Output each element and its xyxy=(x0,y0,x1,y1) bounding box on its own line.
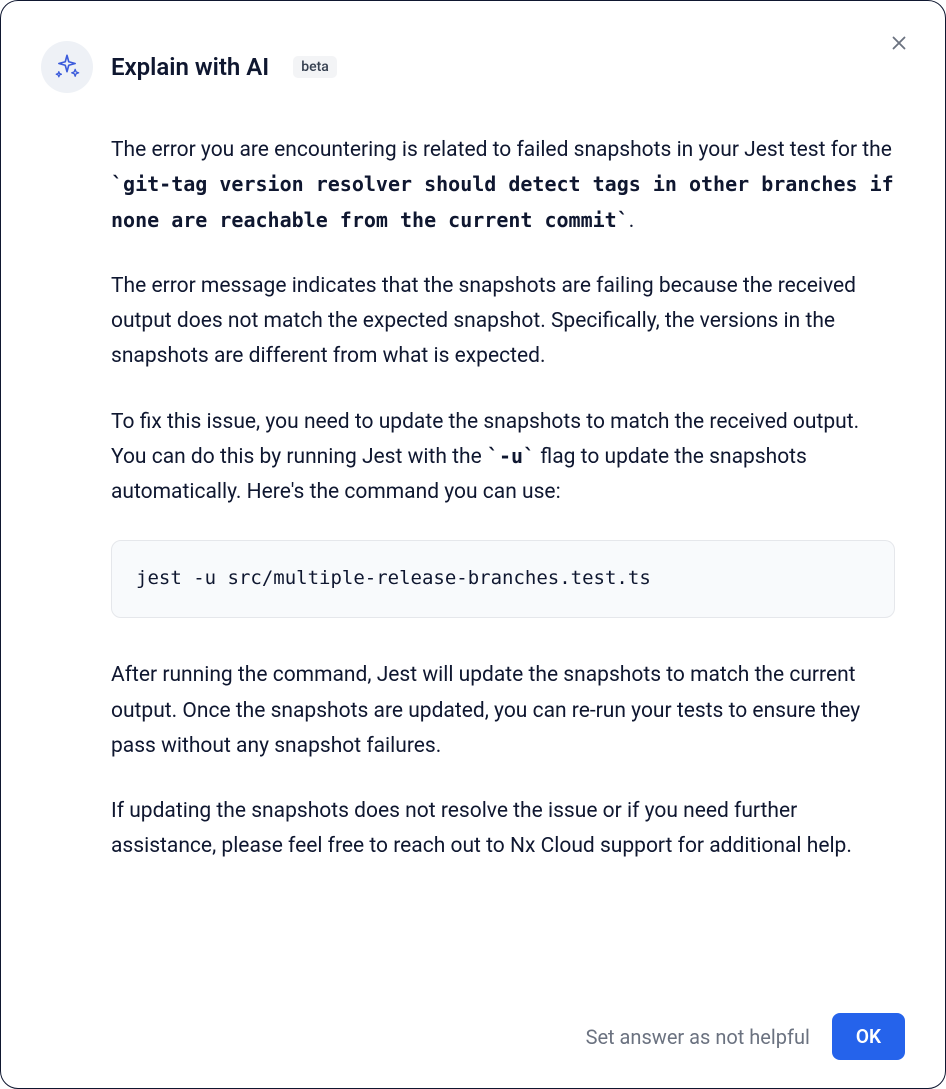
dialog-content: The error you are encountering is relate… xyxy=(41,133,905,865)
inline-code-test-name: `git-tag version resolver should detect … xyxy=(111,172,894,231)
close-icon xyxy=(888,32,910,54)
paragraph-1: The error you are encountering is relate… xyxy=(111,133,895,239)
ok-button[interactable]: OK xyxy=(832,1013,905,1060)
text: The error you are encountering is relate… xyxy=(111,138,892,162)
not-helpful-button[interactable]: Set answer as not helpful xyxy=(586,1025,810,1049)
sparkles-icon xyxy=(53,53,81,81)
text: . xyxy=(629,209,635,233)
dialog-header: Explain with AI beta xyxy=(41,41,905,93)
dialog-footer: Set answer as not helpful OK xyxy=(586,1013,905,1060)
beta-badge: beta xyxy=(293,56,337,78)
inline-code-flag: `-u` xyxy=(487,444,535,468)
code-block: jest -u src/multiple-release-branches.te… xyxy=(111,540,895,618)
paragraph-2: The error message indicates that the sna… xyxy=(111,269,895,375)
ai-explain-dialog: Explain with AI beta The error you are e… xyxy=(0,0,946,1089)
ai-icon-wrap xyxy=(41,41,93,93)
paragraph-5: If updating the snapshots does not resol… xyxy=(111,794,895,865)
close-button[interactable] xyxy=(885,29,913,57)
paragraph-3: To fix this issue, you need to update th… xyxy=(111,405,895,511)
paragraph-4: After running the command, Jest will upd… xyxy=(111,658,895,764)
dialog-title: Explain with AI xyxy=(111,53,269,81)
